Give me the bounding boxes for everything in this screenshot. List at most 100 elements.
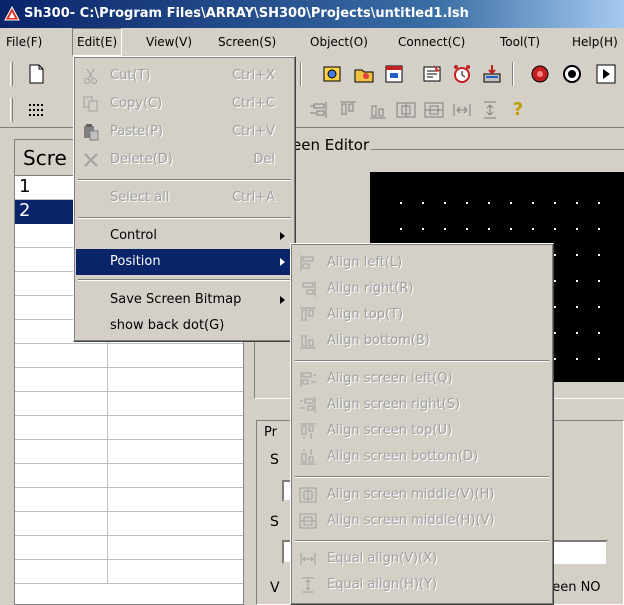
menu-item-control[interactable]: Control	[76, 223, 293, 249]
menu-item-copy[interactable]: Copy(C) Ctrl+C	[76, 91, 293, 117]
align-right-icon	[302, 281, 316, 297]
toolbar-separator	[512, 62, 514, 86]
open-screen-icon[interactable]	[320, 62, 344, 86]
grid-dot	[554, 202, 556, 204]
menu-item-align-screen-middle-vh[interactable]: Align screen middle(V)(H)	[293, 482, 551, 508]
grid-dot	[444, 202, 446, 204]
grid-dot	[576, 358, 578, 360]
paste-icon	[84, 124, 99, 141]
equal-align-h-icon[interactable]	[478, 98, 502, 122]
run-icon[interactable]	[560, 62, 584, 86]
align-screen-right-icon[interactable]	[306, 98, 330, 122]
grid-dot	[598, 332, 600, 334]
grid-dot	[576, 228, 578, 230]
menu-tool[interactable]: Tool(T)	[496, 28, 544, 56]
table-row[interactable]	[15, 368, 243, 392]
play-icon[interactable]	[594, 62, 618, 86]
help-icon[interactable]: ?	[506, 98, 530, 122]
menu-divider	[78, 179, 291, 181]
grid-dot	[532, 202, 534, 204]
menu-item-cut[interactable]: Cut(T) Ctrl+X	[76, 63, 293, 89]
toolbar-grip[interactable]	[10, 62, 13, 86]
align-screen-middle-v-icon[interactable]	[394, 98, 418, 122]
table-row[interactable]	[15, 512, 243, 536]
download-icon[interactable]	[480, 62, 504, 86]
grid-dot	[576, 202, 578, 204]
property-label: S	[270, 452, 279, 468]
scissors-icon	[84, 68, 97, 84]
grid-dot	[554, 306, 556, 308]
menu-connect[interactable]: Connect(C)	[394, 28, 469, 56]
align-left-icon	[300, 255, 314, 271]
align-screen-bottom-icon[interactable]	[366, 98, 390, 122]
menu-divider	[78, 217, 291, 219]
grid-dot	[554, 228, 556, 230]
menu-item-align-left[interactable]: Align left(L)	[293, 250, 551, 276]
table-row[interactable]	[15, 440, 243, 464]
menu-item-align-bottom[interactable]: Align bottom(B)	[293, 328, 551, 354]
grid-dot	[598, 228, 600, 230]
menu-divider	[78, 279, 291, 281]
menu-item-delete[interactable]: Delete(D) Del	[76, 147, 293, 173]
menu-item-align-screen-middle-hv[interactable]: Align screen middle(H)(V)	[293, 508, 551, 534]
menu-view[interactable]: View(V)	[142, 28, 196, 56]
toolbar-separator	[300, 62, 302, 86]
menu-item-align-screen-right[interactable]: Align screen right(S)	[293, 392, 551, 418]
table-row[interactable]	[15, 416, 243, 440]
menu-item-align-screen-top[interactable]: Align screen top(U)	[293, 418, 551, 444]
record-icon[interactable]	[528, 62, 552, 86]
menu-item-align-right[interactable]: Align right(R)	[293, 276, 551, 302]
align-screen-middle-h-icon	[299, 513, 317, 529]
menu-divider	[295, 476, 549, 478]
align-screen-bottom-icon	[300, 449, 316, 465]
new-file-icon[interactable]	[24, 62, 48, 86]
menu-edit[interactable]: Edit(E)	[72, 28, 123, 56]
menu-item-equal-align-vx[interactable]: Equal align(V)(X)	[293, 546, 551, 572]
grid-dot	[598, 358, 600, 360]
delete-x-icon	[84, 153, 98, 167]
menu-help[interactable]: Help(H)	[568, 28, 622, 56]
menu-item-save-screen-bitmap[interactable]: Save Screen Bitmap	[76, 287, 293, 313]
equal-align-v-icon[interactable]	[450, 98, 474, 122]
menu-item-align-screen-bottom[interactable]: Align screen bottom(D)	[293, 444, 551, 470]
grid-dot	[554, 358, 556, 360]
grid-icon[interactable]	[24, 98, 48, 122]
grid-dot	[444, 228, 446, 230]
menu-item-align-screen-left[interactable]: Align screen left(Q)	[293, 366, 551, 392]
copy-icon	[83, 96, 98, 112]
align-screen-top-icon	[300, 423, 316, 439]
properties-icon[interactable]	[420, 62, 444, 86]
edit-menu: Cut(T) Ctrl+X Copy(C) Ctrl+C Paste(P) Ct…	[73, 56, 296, 342]
menu-item-paste[interactable]: Paste(P) Ctrl+V	[76, 119, 293, 145]
property-label: S	[270, 514, 279, 530]
table-row[interactable]	[15, 488, 243, 512]
menu-object[interactable]: Object(O)	[306, 28, 372, 56]
grid-dot	[466, 202, 468, 204]
table-row[interactable]	[15, 344, 243, 368]
open-folder-icon[interactable]	[352, 62, 376, 86]
menu-file[interactable]: File(F)	[2, 28, 46, 56]
align-screen-middle-h-icon[interactable]	[422, 98, 446, 122]
menu-item-equal-align-hy[interactable]: Equal align(H)(Y)	[293, 572, 551, 598]
window-tool-icon[interactable]	[382, 62, 406, 86]
menu-item-select-all[interactable]: Select all Ctrl+A	[76, 185, 293, 211]
table-row[interactable]	[15, 536, 243, 560]
property-field[interactable]	[550, 540, 608, 566]
grid-dot	[554, 280, 556, 282]
table-row[interactable]	[15, 464, 243, 488]
table-row[interactable]	[15, 560, 243, 584]
menu-item-align-top[interactable]: Align top(T)	[293, 302, 551, 328]
toolbar-grip[interactable]	[10, 98, 13, 122]
property-label: V	[270, 580, 280, 596]
grid-dot	[422, 228, 424, 230]
alarm-clock-icon[interactable]	[450, 62, 474, 86]
grid-dot	[576, 280, 578, 282]
align-screen-left-icon	[300, 371, 316, 387]
align-top-icon	[300, 307, 316, 321]
align-screen-top-icon[interactable]	[336, 98, 360, 122]
submenu-arrow-icon	[280, 296, 285, 304]
menu-screen[interactable]: Screen(S)	[214, 28, 280, 56]
table-row[interactable]	[15, 392, 243, 416]
menu-item-show-back-dot[interactable]: show back dot(G)	[76, 313, 293, 339]
menu-item-position[interactable]: Position	[76, 249, 293, 275]
